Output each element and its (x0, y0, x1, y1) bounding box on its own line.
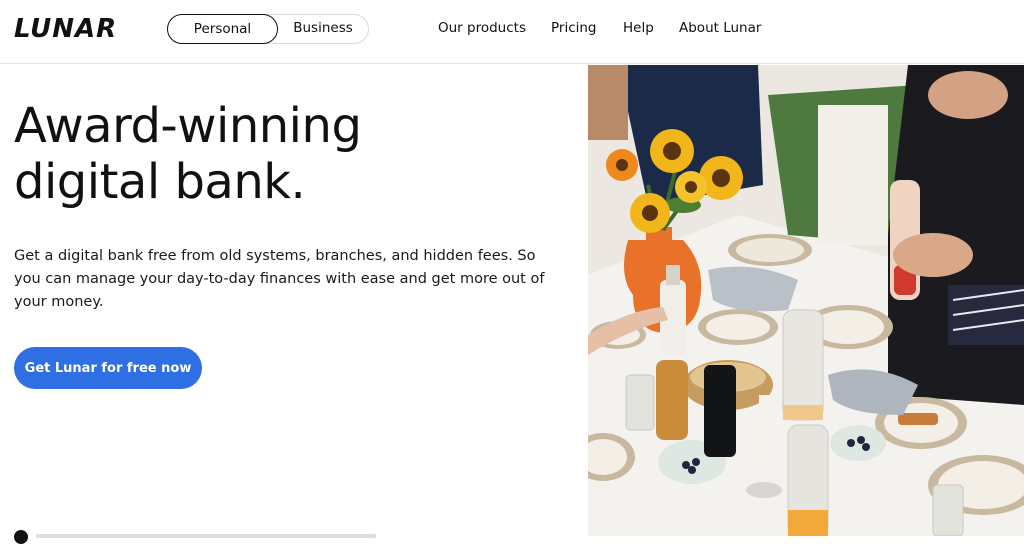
account-type-toggle: Personal Business (167, 14, 369, 44)
get-lunar-button[interactable]: Get Lunar for free now (14, 347, 202, 389)
hero-title-line-1: Award-winning (14, 98, 362, 154)
nav-about-lunar[interactable]: About Lunar (679, 20, 761, 36)
hero-description: Get a digital bank free from old systems… (14, 248, 545, 310)
toggle-business[interactable]: Business (278, 14, 368, 44)
partial-icon (14, 530, 28, 544)
hero-title-line-2: digital bank. (14, 154, 306, 210)
nav-our-products[interactable]: Our products (438, 20, 526, 36)
nav-pricing[interactable]: Pricing (551, 20, 597, 36)
dinner-table-illustration (588, 65, 1024, 536)
site-header: LUNAR Personal Business Our products Pri… (0, 0, 1024, 64)
hero-photo (588, 65, 1024, 536)
hero-title: Award-winning digital bank. (14, 98, 362, 210)
partial-text-line (36, 534, 376, 538)
toggle-personal[interactable]: Personal (167, 14, 278, 44)
lunar-logo[interactable]: LUNAR (14, 14, 117, 44)
nav-help[interactable]: Help (623, 20, 654, 36)
